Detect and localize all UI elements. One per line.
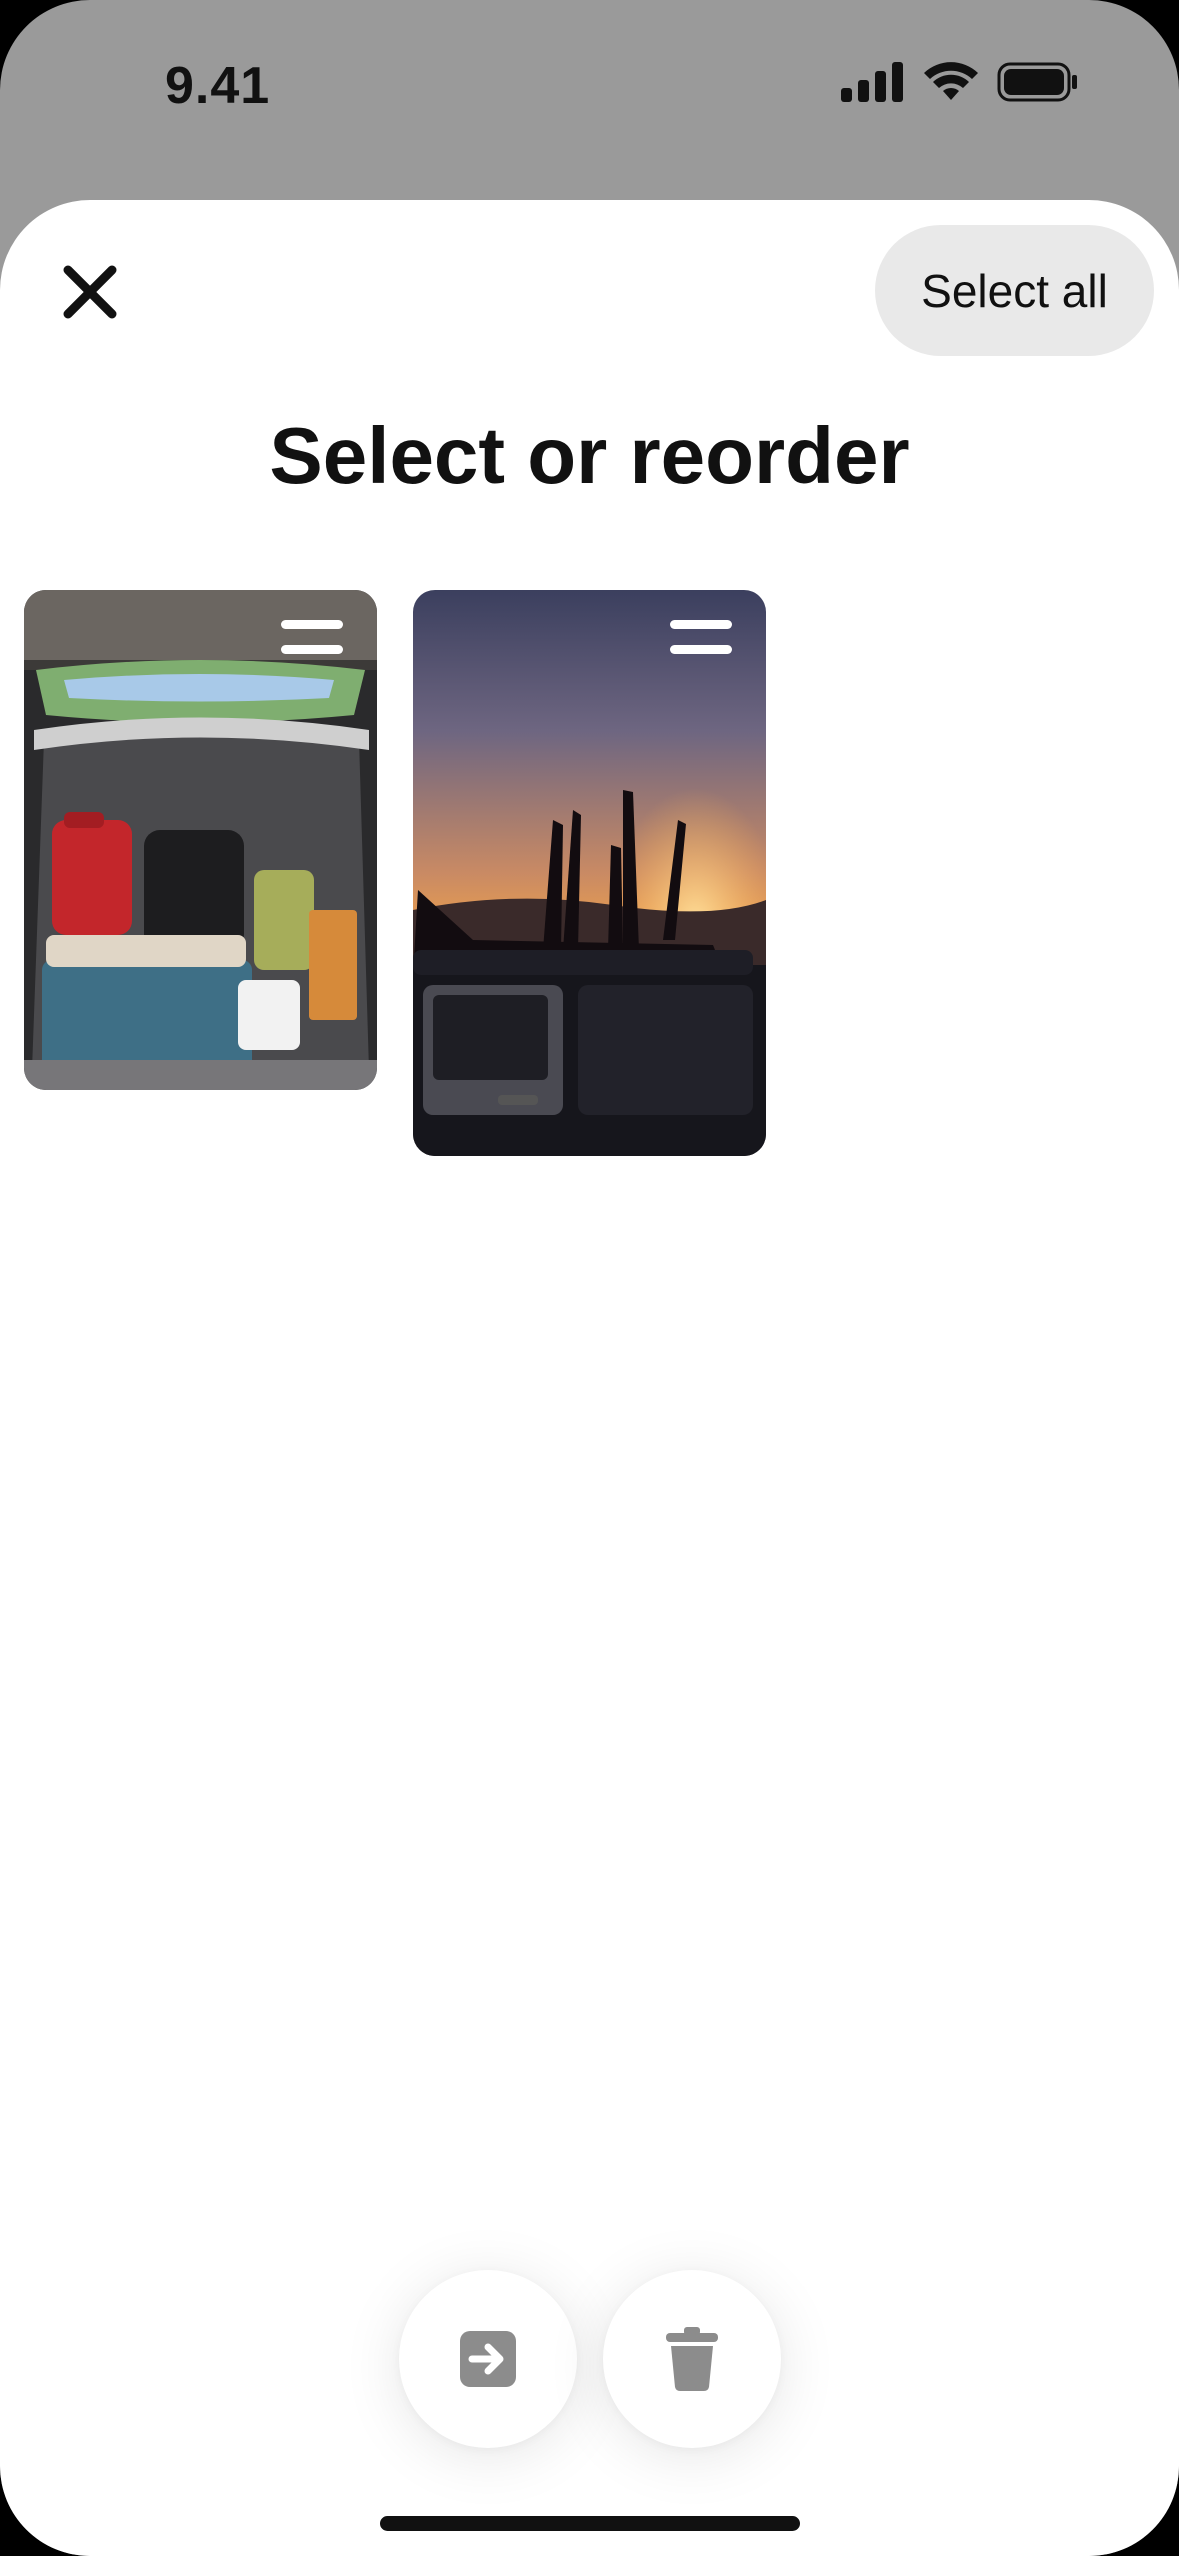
close-button[interactable] — [50, 252, 130, 332]
bottom-sheet: Select all Select or reorder — [0, 200, 1179, 2556]
battery-icon — [997, 62, 1077, 102]
move-button[interactable] — [399, 2270, 577, 2448]
car-trunk-photo — [24, 590, 377, 1090]
status-time: 9.41 — [165, 57, 271, 115]
sunset-photo — [413, 590, 766, 1156]
status-icons — [841, 62, 1079, 102]
trash-icon — [666, 2327, 718, 2391]
status-bar: 9.41 — [0, 0, 1179, 180]
cellular-signal-icon — [841, 62, 903, 102]
select-all-button[interactable]: Select all — [875, 225, 1154, 356]
move-to-icon — [460, 2331, 516, 2387]
page-title: Select or reorder — [269, 411, 910, 500]
media-thumbnail-2[interactable] — [413, 590, 766, 1156]
close-icon — [63, 265, 117, 319]
drag-handle-icon[interactable] — [670, 620, 732, 654]
wifi-icon — [924, 62, 978, 100]
drag-handle-icon[interactable] — [281, 620, 343, 654]
media-thumbnail-1[interactable] — [24, 590, 377, 1090]
home-indicator — [380, 2516, 800, 2531]
delete-button[interactable] — [603, 2270, 781, 2448]
phone-screen: 9.41 Select all Select or reorder — [0, 0, 1179, 2556]
